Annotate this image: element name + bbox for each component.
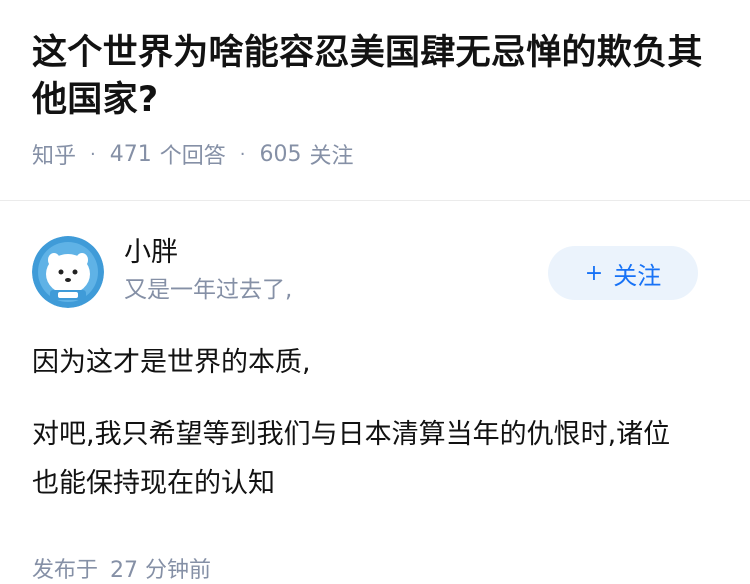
section-divider — [0, 200, 750, 201]
meta-separator: · — [90, 143, 96, 165]
avatar-image-icon — [32, 236, 104, 308]
answer-content[interactable]: 因为这才是世界的本质, 对吧,我只希望等到我们与日本清算当年的仇恨时,诸位也能保… — [32, 338, 718, 508]
avatar[interactable] — [32, 236, 104, 308]
answer-count-label[interactable]: 个回答 — [160, 138, 226, 170]
answer-paragraph: 对吧,我只希望等到我们与日本清算当年的仇恨时,诸位也能保持现在的认知 — [32, 419, 671, 499]
author-bio: 又是一年过去了, — [124, 277, 293, 303]
plus-icon: + — [584, 260, 604, 286]
follower-count: 605 — [259, 141, 302, 167]
author-row: 小胖 又是一年过去了, + 关注 — [32, 234, 718, 310]
question-meta: 知乎 · 471 个回答 · 605 关注 — [32, 138, 718, 170]
answer-card: 小胖 又是一年过去了, + 关注 因为这才是世界的本质, 对吧,我只希望等到我们… — [32, 234, 718, 531]
answer-paragraph: 因为这才是世界的本质, — [32, 347, 311, 378]
meta-separator: · — [239, 143, 246, 165]
follower-count-label: 关注 — [309, 144, 354, 169]
question-header: 这个世界为啥能容忍美国肆无忌惮的欺负其他国家? 知乎 · 471 个回答 · 6… — [0, 0, 750, 170]
follow-button-label: 关注 — [613, 261, 662, 290]
author-name[interactable]: 小胖 — [124, 234, 178, 272]
follow-button[interactable]: + 关注 — [548, 246, 698, 300]
publish-time-label: 发布于 — [32, 558, 99, 583]
publish-time: 发布于 27 分钟前 — [32, 552, 211, 584]
answer-count: 471 — [109, 141, 152, 167]
site-name[interactable]: 知乎 — [32, 138, 76, 170]
publish-time-value: 27 分钟前 — [110, 558, 212, 583]
question-title[interactable]: 这个世界为啥能容忍美国肆无忌惮的欺负其他国家? — [32, 30, 718, 124]
